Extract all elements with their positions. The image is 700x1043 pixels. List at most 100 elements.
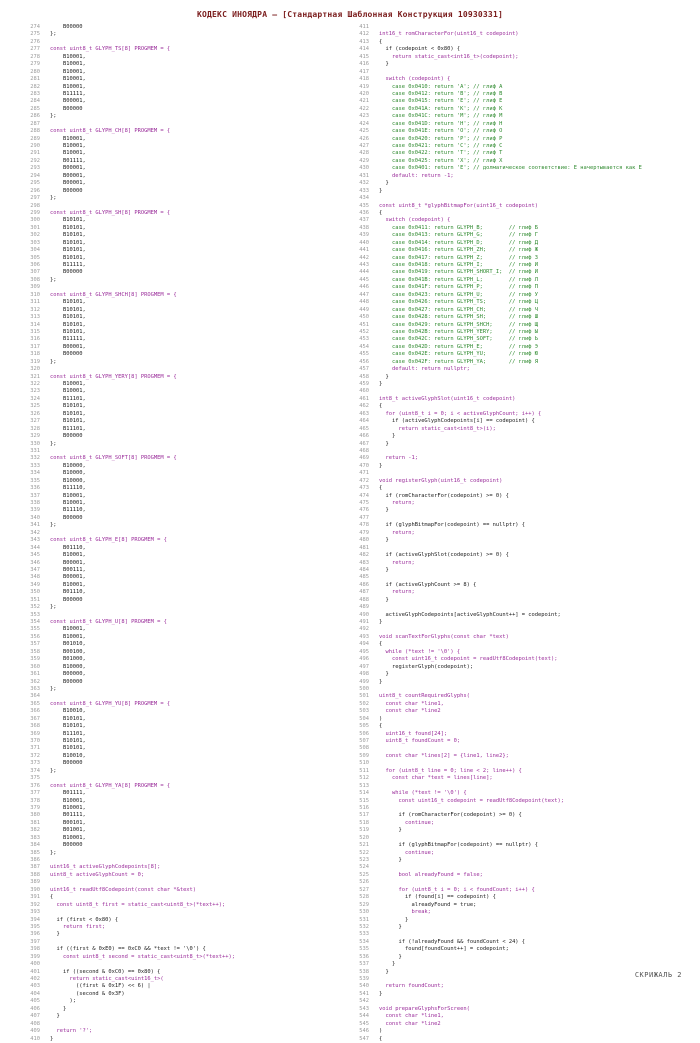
code-text: }: [379, 678, 383, 685]
code-text: B10001,: [50, 381, 86, 387]
code-line: 309: [16, 284, 338, 291]
code-line: 326 B10101,: [16, 411, 338, 418]
code-line: 330};: [16, 441, 338, 448]
code-line: 280 B10001,: [16, 69, 338, 76]
line-number: 325: [30, 403, 40, 410]
line-number: 456: [359, 358, 369, 365]
code-line: 370 B10101,: [16, 738, 338, 745]
code-text: B10101,: [50, 410, 86, 417]
code-text: {: [50, 894, 54, 901]
code-column-left: 274 B00000 275}; 276 277 const uint8_t GLYPH…: [16, 24, 338, 1043]
line-number: 523: [359, 857, 369, 863]
line-number: 284: [30, 98, 40, 105]
code-text: bool alreadyFound = false;: [379, 871, 483, 878]
code-text: for (uint8_t i = 0; i < activeGlyphCount…: [379, 410, 542, 417]
code-text: case 0x041C: return 'M'; // глиф М: [379, 113, 503, 120]
code-text: B10001,: [50, 83, 86, 90]
code-text: B00001,: [50, 574, 86, 581]
code-text: uint16_t found[24];: [379, 730, 448, 737]
code-line: 385};: [16, 850, 338, 857]
line-number: 410: [30, 1035, 40, 1042]
code-line: 298: [16, 203, 338, 210]
line-number: 527: [359, 886, 369, 893]
line-number: 522: [359, 849, 369, 856]
code-line: 538 }: [345, 969, 667, 976]
line-number: 400: [30, 961, 40, 968]
code-line: 318 B00000: [16, 351, 338, 358]
line-number: 380: [30, 812, 40, 819]
line-number: 362: [30, 678, 40, 685]
line-number: 394: [30, 916, 40, 923]
code-line: 487 return;: [345, 589, 667, 596]
code-text: }: [379, 433, 396, 440]
code-text: B10001,: [50, 150, 86, 157]
line-number: 516: [359, 804, 369, 811]
code-line: 446 case 0x041F: return GLYPH_P; // глиф…: [345, 284, 667, 291]
code-line: 277 const uint8_t GLYPH_TS[8] PROGMEM = {: [16, 46, 338, 53]
code-text: const uint8_t second = static_cast<uint8…: [50, 953, 235, 960]
code-line: 395 return first;: [16, 924, 338, 931]
line-number: 463: [359, 410, 369, 417]
line-number: 424: [359, 120, 369, 127]
code-line: 315 B10101,: [16, 329, 338, 336]
line-number: 547: [359, 1035, 369, 1042]
code-line: 546): [345, 1028, 667, 1035]
code-line: 397: [16, 939, 338, 946]
line-number: 532: [359, 923, 369, 930]
line-number: 386: [30, 857, 40, 863]
line-number: 434: [359, 195, 369, 202]
code-text: case 0x0426: return GLYPH_TS; // глиф Ц: [379, 299, 539, 306]
code-line: 355 B10001,: [16, 626, 338, 633]
code-line: 492: [345, 626, 667, 633]
code-text: return;: [379, 589, 415, 596]
line-number: 459: [359, 381, 369, 387]
code-line: 405 );: [16, 998, 338, 1005]
code-line: 360 B10000,: [16, 664, 338, 671]
code-text: B00000: [50, 678, 83, 685]
code-line: 459}: [345, 381, 667, 388]
code-text: for (uint8_t i = 0; i < foundCount; i++)…: [379, 886, 535, 893]
code-line: 434: [345, 195, 667, 202]
code-line: 366 B10010,: [16, 708, 338, 715]
line-number: 320: [30, 366, 40, 373]
code-line: 319};: [16, 359, 338, 366]
code-line: 515 const uint16_t codepoint = readUtf8C…: [345, 798, 667, 805]
line-number: 465: [359, 425, 369, 432]
code-text: while (*text != '\0') {: [379, 648, 461, 655]
code-text: int8_t activeGlyphSlot(uint16_t codepoin…: [379, 395, 516, 402]
code-text: {: [379, 1035, 383, 1042]
code-text: case 0x0417: return GLYPH_Z; // глиф З: [379, 254, 539, 261]
code-line: 469 return -1;: [345, 455, 667, 462]
code-line: 368 B10101,: [16, 723, 338, 730]
line-number: 291: [30, 150, 40, 157]
code-text: case 0x041D: return 'H'; // глиф Н: [379, 120, 503, 127]
code-text: B10001,: [50, 53, 86, 60]
code-line: 475 return;: [345, 500, 667, 507]
line-number: 442: [359, 254, 369, 261]
code-text: const uint8_t GLYPH_CH[8] PROGMEM = {: [50, 128, 171, 135]
code-line: 354 const uint8_t GLYPH_U[8] PROGMEM = {: [16, 619, 338, 626]
line-number: 415: [359, 53, 369, 60]
code-text: return static_cast<int8_t>(i);: [379, 425, 496, 432]
code-line: 338 B10001,: [16, 500, 338, 507]
code-line: 517 if (romCharacterFor(codepoint) >= 0)…: [345, 812, 667, 819]
code-line: 509 const char *lines[2] = {line1, line2…: [345, 753, 667, 760]
code-text: return static_cast<int16_t>(codepoint);: [379, 53, 519, 60]
line-number: 312: [30, 306, 40, 313]
code-line: 404 (second & 0x3F): [16, 991, 338, 998]
line-number: 505: [359, 723, 369, 730]
code-text: B01110,: [50, 544, 86, 551]
code-line: 490 activeGlyphCodepoints[activeGlyphCou…: [345, 612, 667, 619]
code-text: const char *line2: [379, 1020, 441, 1027]
line-number: 502: [359, 700, 369, 707]
line-number: 444: [359, 269, 369, 276]
code-line: 382 B01001,: [16, 827, 338, 834]
code-text: case 0x0410: return 'A'; // глиф А: [379, 83, 503, 90]
code-text: B10101,: [50, 217, 86, 224]
line-number: 536: [359, 953, 369, 960]
line-number: 508: [359, 745, 369, 752]
